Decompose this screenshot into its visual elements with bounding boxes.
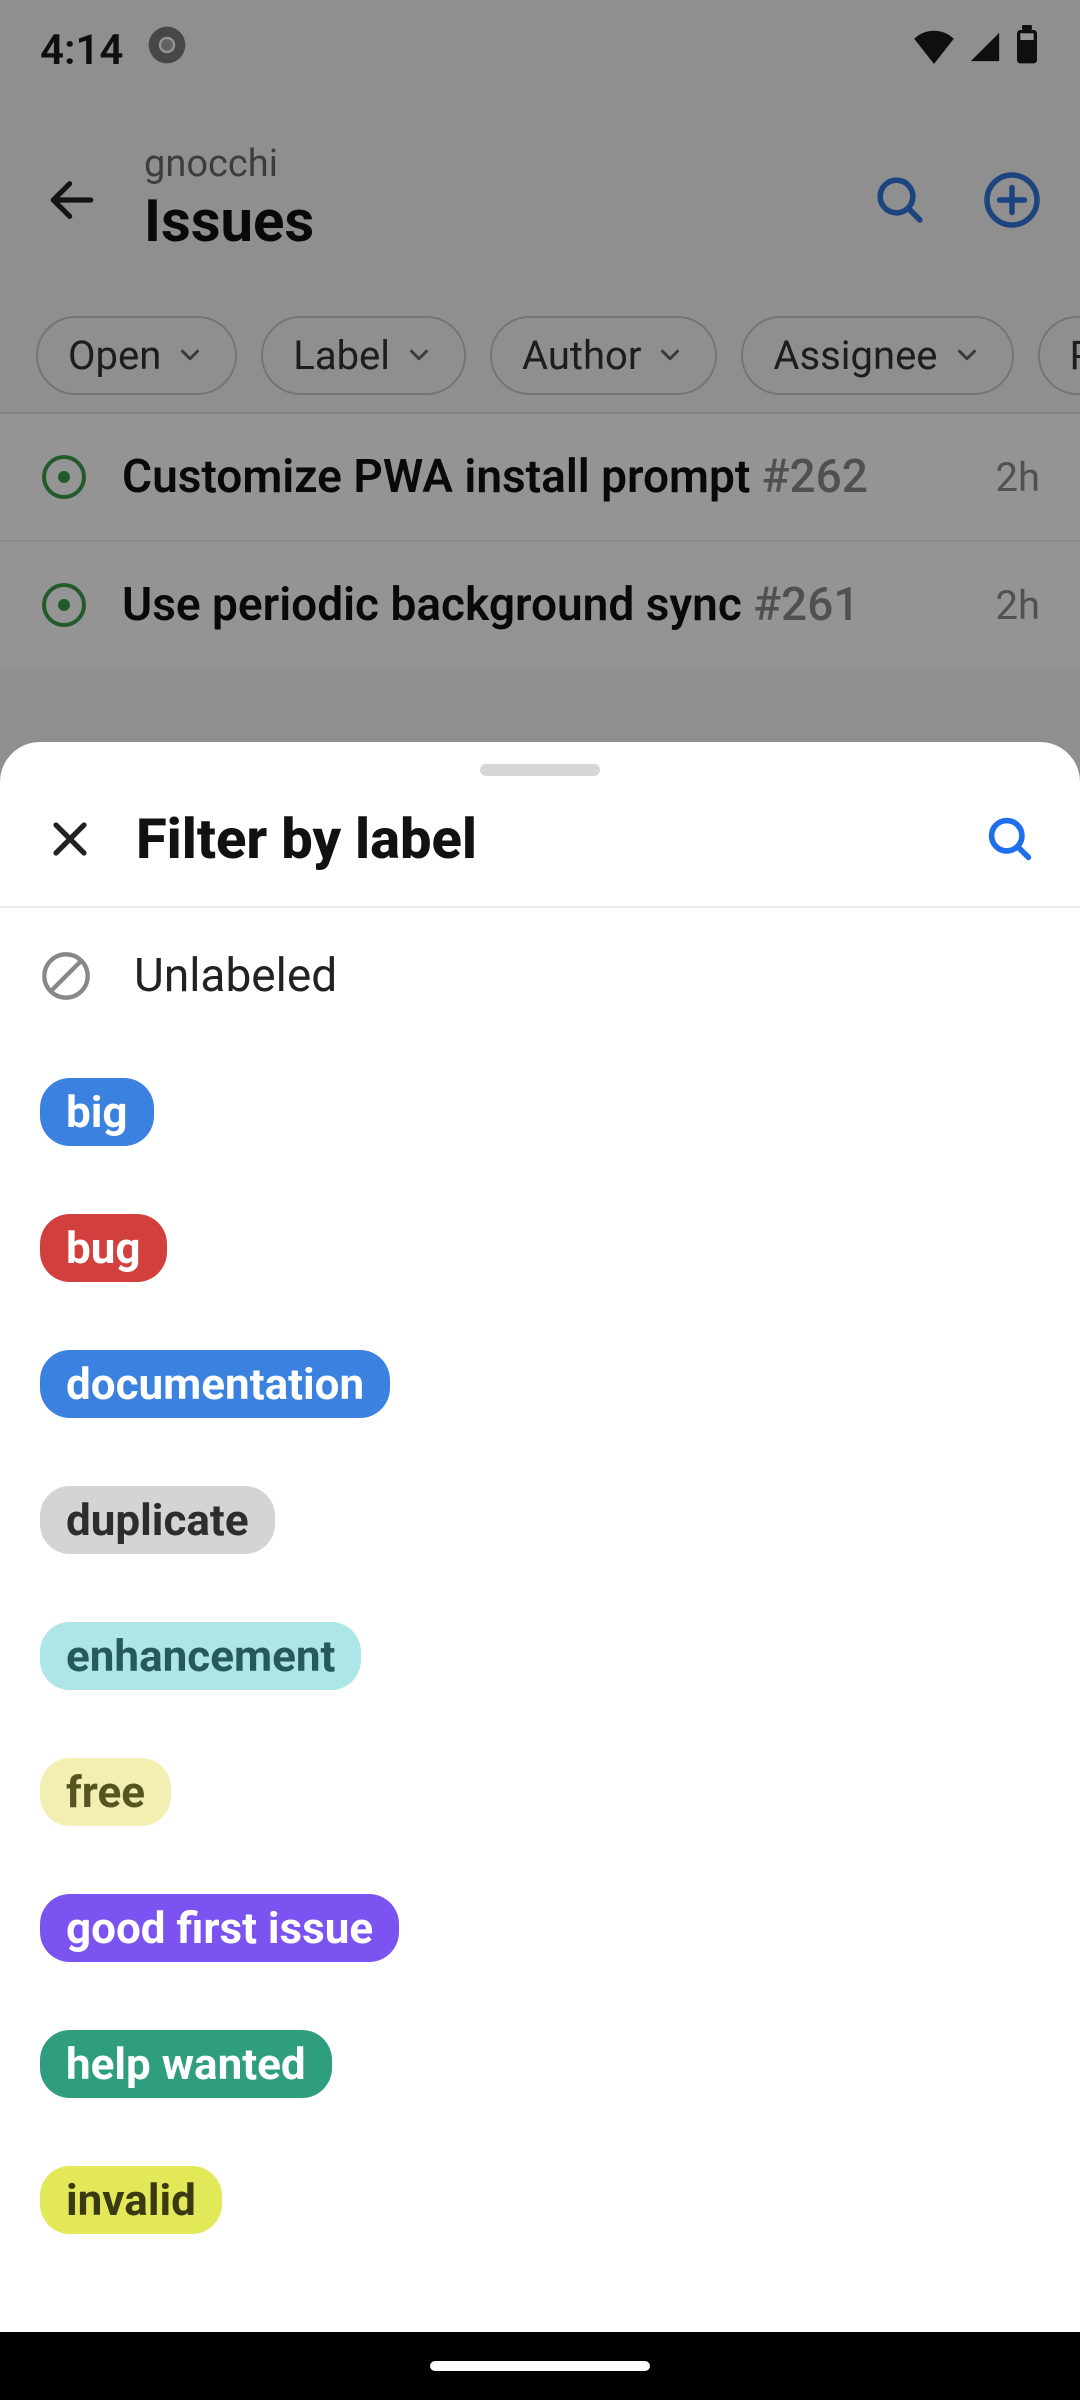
system-nav-bar — [0, 2332, 1080, 2400]
label-pill: free — [40, 1758, 171, 1826]
label-option[interactable]: invalid — [40, 2132, 1040, 2268]
label-pill: enhancement — [40, 1622, 361, 1690]
label-pill: help wanted — [40, 2030, 332, 2098]
label-option[interactable]: good first issue — [40, 1860, 1040, 1996]
drag-handle[interactable] — [480, 764, 600, 776]
label-pill: documentation — [40, 1350, 390, 1418]
sheet-title: Filter by label — [136, 806, 944, 872]
label-pill: bug — [40, 1214, 167, 1282]
label-option-unlabeled[interactable]: Unlabeled — [40, 908, 1040, 1044]
label-option[interactable]: free — [40, 1724, 1040, 1860]
label-option[interactable]: bug — [40, 1180, 1040, 1316]
label-pill: good first issue — [40, 1894, 399, 1962]
label-option[interactable]: duplicate — [40, 1452, 1040, 1588]
label-option[interactable]: help wanted — [40, 1996, 1040, 2132]
home-indicator[interactable] — [430, 2361, 650, 2371]
unlabeled-label: Unlabeled — [134, 949, 337, 1003]
label-option[interactable]: big — [40, 1044, 1040, 1180]
search-button[interactable] — [980, 809, 1040, 869]
label-pill: big — [40, 1078, 154, 1146]
sheet-header: Filter by label — [0, 794, 1080, 908]
label-pill: duplicate — [40, 1486, 275, 1554]
label-pill: invalid — [40, 2166, 222, 2234]
unlabeled-icon — [40, 950, 92, 1002]
close-button[interactable] — [40, 809, 100, 869]
label-option[interactable]: enhancement — [40, 1588, 1040, 1724]
label-option[interactable]: documentation — [40, 1316, 1040, 1452]
filter-label-sheet: Filter by label Unlabeled big bug docume… — [0, 742, 1080, 2332]
label-list[interactable]: Unlabeled big bug documentation duplicat… — [0, 908, 1080, 2332]
